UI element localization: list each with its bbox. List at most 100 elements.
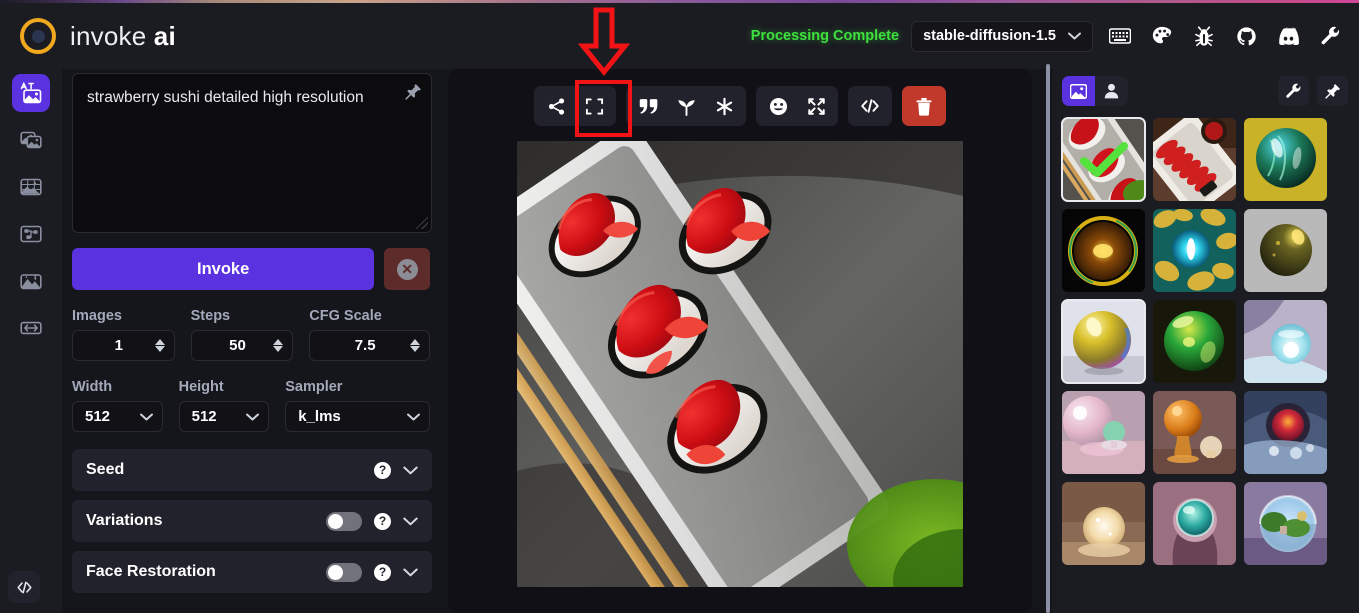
field-images: Images 1 — [72, 308, 175, 361]
width-select[interactable]: 512 — [72, 401, 163, 432]
accordion-variations[interactable]: Variations ? — [72, 500, 432, 542]
prompt-text: strawberry sushi detailed high resolutio… — [87, 89, 364, 106]
accordion-variations-controls: ? — [326, 511, 418, 531]
github-icon[interactable] — [1231, 21, 1261, 51]
model-select-value: stable-diffusion-1.5 — [923, 28, 1056, 44]
gallery-pin-icon[interactable] — [1317, 76, 1348, 106]
images-value: 1 — [114, 337, 123, 354]
gallery-tab-uploads[interactable] — [1095, 76, 1128, 106]
gallery-resize-handle[interactable] — [1046, 64, 1050, 613]
wrench-icon[interactable] — [1315, 21, 1345, 51]
steps-stepper-arrows[interactable] — [273, 339, 284, 352]
field-label-height: Height — [178, 379, 224, 395]
chevron-down-icon — [139, 410, 153, 424]
help-icon[interactable]: ? — [374, 512, 391, 530]
sidebar-item-unified-canvas[interactable] — [12, 168, 50, 206]
model-select[interactable]: stable-diffusion-1.5 — [911, 20, 1093, 52]
accordion-face-restoration-controls: ? — [326, 562, 418, 582]
gallery-thumbnail[interactable] — [1153, 482, 1236, 565]
gallery-tab-generations[interactable] — [1062, 76, 1095, 106]
gallery-thumbnail[interactable] — [1061, 299, 1146, 384]
code-icon[interactable] — [851, 89, 889, 123]
face-restoration-toggle[interactable] — [326, 562, 362, 582]
discord-icon[interactable] — [1273, 21, 1303, 51]
toolbar-group-params — [626, 86, 746, 126]
field-label-width: Width — [72, 379, 113, 395]
keyboard-icon[interactable] — [1105, 21, 1135, 51]
console-toggle-wrap — [8, 571, 40, 603]
sidebar-item-nodes[interactable] — [12, 215, 50, 253]
sampler-select[interactable]: k_lms — [285, 401, 430, 432]
accordion-seed[interactable]: Seed ? — [72, 449, 432, 491]
chevron-down-icon[interactable] — [403, 564, 418, 580]
smiley-face-icon[interactable] — [759, 89, 797, 123]
asterisk-icon[interactable] — [705, 89, 743, 123]
help-icon[interactable]: ? — [374, 461, 391, 479]
app-logo[interactable]: invoke ai — [20, 18, 176, 54]
steps-stepper[interactable]: 50 — [190, 330, 294, 361]
field-label-steps: Steps — [190, 308, 231, 324]
field-height: Height 512 — [178, 379, 270, 432]
image-viewer — [448, 69, 1032, 613]
accordion-seed-title: Seed — [86, 461, 125, 478]
width-value: 512 — [85, 408, 111, 425]
gallery-thumbnail[interactable] — [1153, 209, 1236, 292]
field-steps: Steps 50 — [190, 308, 294, 361]
accordion-list: Seed ? Variations ? Face Restoration ? — [72, 449, 432, 593]
gallery-thumbnail[interactable] — [1244, 209, 1327, 292]
gallery-thumbnail[interactable] — [1153, 118, 1236, 201]
help-icon[interactable]: ? — [374, 563, 391, 581]
sidebar-item-training[interactable] — [12, 309, 50, 347]
close-icon: ✕ — [396, 258, 418, 280]
gallery-thumbnail[interactable] — [1062, 391, 1145, 474]
chevron-down-icon[interactable] — [403, 462, 418, 478]
progress-gradient-bar — [0, 0, 1359, 3]
bug-icon[interactable] — [1189, 21, 1219, 51]
chevron-down-icon[interactable] — [403, 513, 418, 529]
gallery-thumbnail[interactable] — [1244, 482, 1327, 565]
gallery-thumbnail[interactable] — [1153, 300, 1236, 383]
chevron-down-icon — [407, 410, 420, 424]
trash-icon[interactable] — [905, 89, 943, 123]
prompt-resize-handle[interactable] — [416, 217, 428, 229]
gallery-thumbnail[interactable] — [1244, 391, 1327, 474]
cfg-scale-stepper-arrows[interactable] — [409, 339, 420, 352]
expand-arrows-icon[interactable] — [797, 89, 835, 123]
sidebar-item-text-to-image[interactable] — [12, 74, 50, 112]
generated-image[interactable] — [517, 141, 963, 587]
gallery-thumbnail[interactable] — [1244, 300, 1327, 383]
brand-suffix: ai — [153, 20, 176, 51]
gallery-settings-icon[interactable] — [1278, 76, 1309, 106]
sidebar-item-post-processing[interactable] — [12, 262, 50, 300]
accordion-face-restoration[interactable]: Face Restoration ? — [72, 551, 432, 593]
gallery-thumbnail[interactable] — [1061, 117, 1146, 202]
chevron-down-icon — [246, 410, 260, 424]
cfg-scale-stepper[interactable]: 7.5 — [309, 330, 430, 361]
height-select[interactable]: 512 — [178, 401, 270, 432]
app-title: invoke ai — [70, 21, 176, 52]
expand-icon[interactable] — [575, 89, 613, 123]
options-panel: strawberry sushi detailed high resolutio… — [62, 69, 444, 613]
invoke-button[interactable]: Invoke — [72, 248, 375, 290]
pin-icon[interactable] — [405, 83, 422, 107]
images-stepper-arrows[interactable] — [154, 339, 165, 352]
sidebar-item-image-to-image[interactable] — [12, 121, 50, 159]
field-sampler: Sampler k_lms — [285, 379, 430, 432]
sidebar-nav — [0, 69, 62, 613]
gallery-panel — [1052, 64, 1359, 613]
gallery-thumbnail[interactable] — [1244, 118, 1327, 201]
seedling-icon[interactable] — [667, 89, 705, 123]
invoke-row: Invoke ✕ — [72, 248, 430, 290]
gallery-thumbnail[interactable] — [1062, 482, 1145, 565]
gallery-tabs — [1062, 76, 1128, 106]
cancel-button[interactable]: ✕ — [384, 248, 430, 290]
prompt-input[interactable]: strawberry sushi detailed high resolutio… — [72, 73, 432, 233]
gallery-thumbnail[interactable] — [1153, 391, 1236, 474]
share-icon[interactable] — [537, 89, 575, 123]
console-toggle-button[interactable] — [8, 571, 40, 603]
variations-toggle[interactable] — [326, 511, 362, 531]
palette-icon[interactable] — [1147, 21, 1177, 51]
gallery-thumbnail[interactable] — [1062, 209, 1145, 292]
images-stepper[interactable]: 1 — [72, 330, 175, 361]
quote-icon[interactable] — [629, 89, 667, 123]
